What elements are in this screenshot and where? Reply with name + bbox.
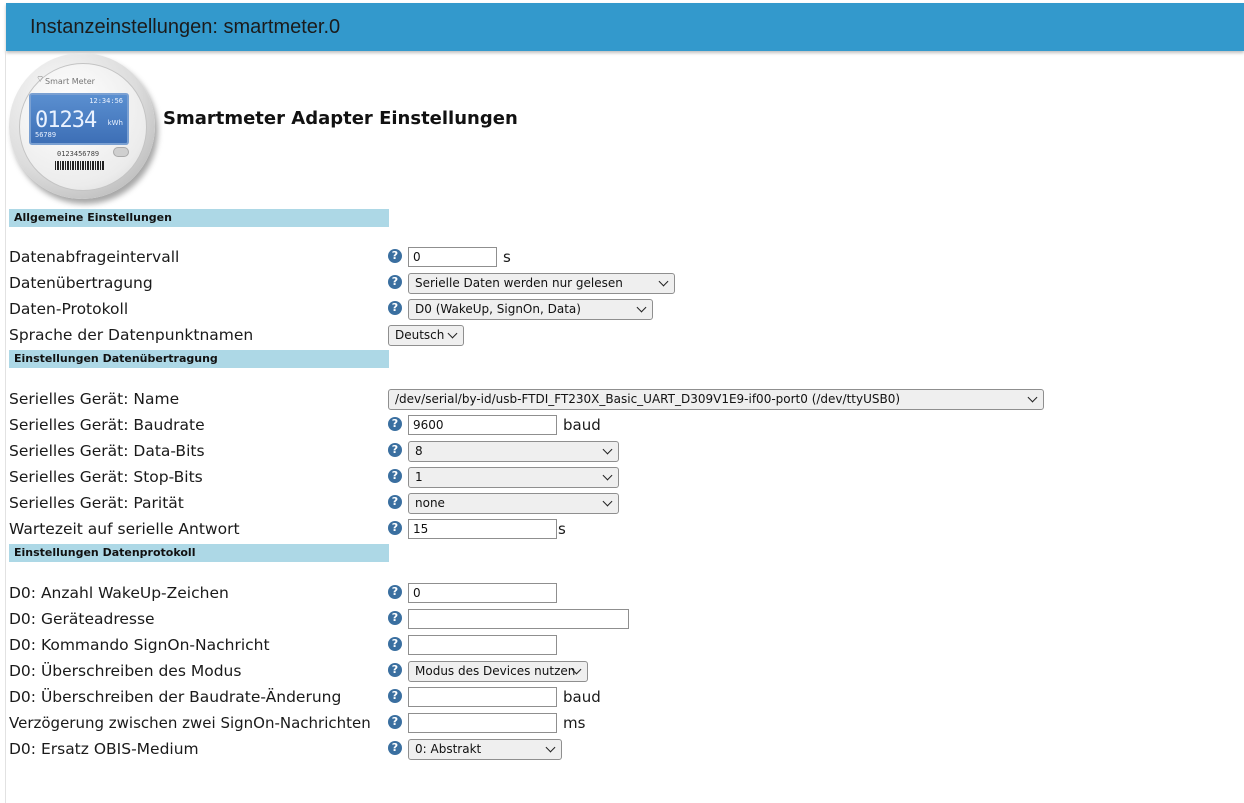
wait-unit: s — [558, 520, 566, 538]
meter-serial: 0123456789 — [57, 150, 100, 158]
protocol-label: Daten-Protokoll — [9, 300, 129, 318]
help-icon[interactable]: ? — [388, 611, 402, 625]
chevron-down-icon — [545, 742, 556, 753]
window-title: Instanzeinstellungen: smartmeter.0 — [30, 16, 341, 38]
help-icon[interactable]: ? — [388, 249, 402, 263]
obis-label: D0: Ersatz OBIS-Medium — [9, 740, 199, 758]
wait-input[interactable]: 15 — [408, 519, 557, 539]
stopbits-select-value: 1 — [415, 470, 423, 484]
help-icon[interactable]: ? — [388, 585, 402, 599]
section-transfer-title: Einstellungen Datenübertragung — [14, 352, 218, 365]
barcode-icon — [55, 161, 105, 170]
signon-label: D0: Kommando SignOn-Nachricht — [9, 636, 270, 654]
parity-label: Serielles Gerät: Parität — [9, 494, 184, 512]
help-icon[interactable]: ? — [388, 469, 402, 483]
meter-display: 12:34:56 01234 kWh 56789 — [29, 93, 129, 145]
help-icon[interactable]: ? — [388, 741, 402, 755]
section-protocol-title: Einstellungen Datenprotokoll — [14, 546, 196, 559]
help-icon[interactable]: ? — [388, 443, 402, 457]
help-icon[interactable]: ? — [388, 495, 402, 509]
transfer-label: Datenübertragung — [9, 274, 153, 292]
mode-label: D0: Überschreiben des Modus — [9, 662, 242, 680]
meter-port-icon — [113, 147, 129, 157]
language-select[interactable]: Deutsch — [388, 325, 464, 346]
address-label: D0: Geräteadresse — [9, 610, 155, 628]
serial-device-select-value: /dev/serial/by-id/usb-FTDI_FT230X_Basic_… — [395, 392, 901, 406]
meter-brand-label: Smart Meter — [45, 77, 95, 86]
databits-select-value: 8 — [415, 444, 423, 458]
meter-sub-reading: 56789 — [35, 131, 57, 139]
meter-reading: 01234 — [35, 108, 97, 133]
language-select-value: Deutsch — [395, 328, 445, 342]
address-input[interactable] — [408, 609, 629, 629]
protocol-select-value: D0 (WakeUp, SignOn, Data) — [415, 302, 581, 316]
content-border — [5, 51, 6, 803]
protocol-select[interactable]: D0 (WakeUp, SignOn, Data) — [408, 299, 653, 320]
help-icon[interactable]: ? — [388, 689, 402, 703]
transfer-select-value: Serielle Daten werden nur gelesen — [415, 276, 623, 290]
stopbits-label: Serielles Gerät: Stop-Bits — [9, 468, 203, 486]
help-icon[interactable]: ? — [388, 715, 402, 729]
interval-label: Datenabfrageintervall — [9, 248, 180, 266]
help-icon[interactable]: ? — [388, 301, 402, 315]
mode-select-value: Modus des Devices nutzen — [415, 664, 576, 678]
chevron-down-icon — [602, 470, 613, 481]
delay-label: Verzögerung zwischen zwei SignOn-Nachric… — [9, 714, 371, 732]
window-title-bar: Instanzeinstellungen: smartmeter.0 — [6, 3, 1244, 51]
section-protocol: Einstellungen Datenprotokoll — [9, 544, 389, 562]
delay-input[interactable] — [408, 713, 557, 733]
chevron-down-icon — [602, 444, 613, 455]
section-general: Allgemeine Einstellungen — [9, 209, 389, 227]
wakeup-input[interactable]: 0 — [408, 583, 557, 603]
section-general-title: Allgemeine Einstellungen — [14, 211, 172, 224]
stopbits-select[interactable]: 1 — [408, 467, 619, 488]
baudrate-input[interactable]: 9600 — [408, 415, 557, 435]
delay-unit: ms — [563, 714, 586, 732]
baudchange-input[interactable] — [408, 687, 557, 707]
parity-select-value: none — [415, 496, 445, 510]
help-icon[interactable]: ? — [388, 663, 402, 677]
section-transfer: Einstellungen Datenübertragung — [9, 350, 389, 368]
smartmeter-logo: ⌔ Smart Meter 12:34:56 01234 kWh 56789 0… — [9, 53, 159, 203]
mode-select[interactable]: Modus des Devices nutzen — [408, 661, 588, 682]
chevron-down-icon — [602, 496, 613, 507]
chevron-down-icon — [447, 328, 458, 339]
help-icon[interactable]: ? — [388, 521, 402, 535]
language-label: Sprache der Datenpunktnamen — [9, 326, 254, 344]
wakeup-label: D0: Anzahl WakeUp-Zeichen — [9, 584, 229, 602]
help-icon[interactable]: ? — [388, 417, 402, 431]
chevron-down-icon — [658, 276, 669, 287]
serial-name-label: Serielles Gerät: Name — [9, 390, 180, 408]
wait-label: Wartezeit auf serielle Antwort — [9, 520, 240, 538]
chevron-down-icon — [1027, 392, 1038, 403]
baudchange-label: D0: Überschreiben der Baudrate-Änderung — [9, 688, 342, 706]
meter-unit: kWh — [107, 119, 123, 127]
signon-input[interactable] — [408, 635, 557, 655]
page-heading: Smartmeter Adapter Einstellungen — [163, 108, 518, 129]
baudrate-label: Serielles Gerät: Baudrate — [9, 416, 205, 434]
interval-unit: s — [503, 248, 511, 266]
help-icon[interactable]: ? — [388, 637, 402, 651]
databits-select[interactable]: 8 — [408, 441, 619, 462]
transfer-select[interactable]: Serielle Daten werden nur gelesen — [408, 273, 675, 294]
obis-select-value: 0: Abstrakt — [415, 742, 482, 756]
interval-input[interactable]: 0 — [408, 247, 497, 267]
databits-label: Serielles Gerät: Data-Bits — [9, 442, 205, 460]
chevron-down-icon — [636, 302, 647, 313]
baudchange-unit: baud — [563, 688, 601, 706]
meter-time: 12:34:56 — [89, 97, 123, 105]
wifi-icon: ⌔ — [36, 75, 45, 85]
obis-select[interactable]: 0: Abstrakt — [408, 739, 562, 760]
parity-select[interactable]: none — [408, 493, 619, 514]
baudrate-unit: baud — [563, 416, 601, 434]
serial-device-select[interactable]: /dev/serial/by-id/usb-FTDI_FT230X_Basic_… — [388, 389, 1044, 410]
help-icon[interactable]: ? — [388, 275, 402, 289]
